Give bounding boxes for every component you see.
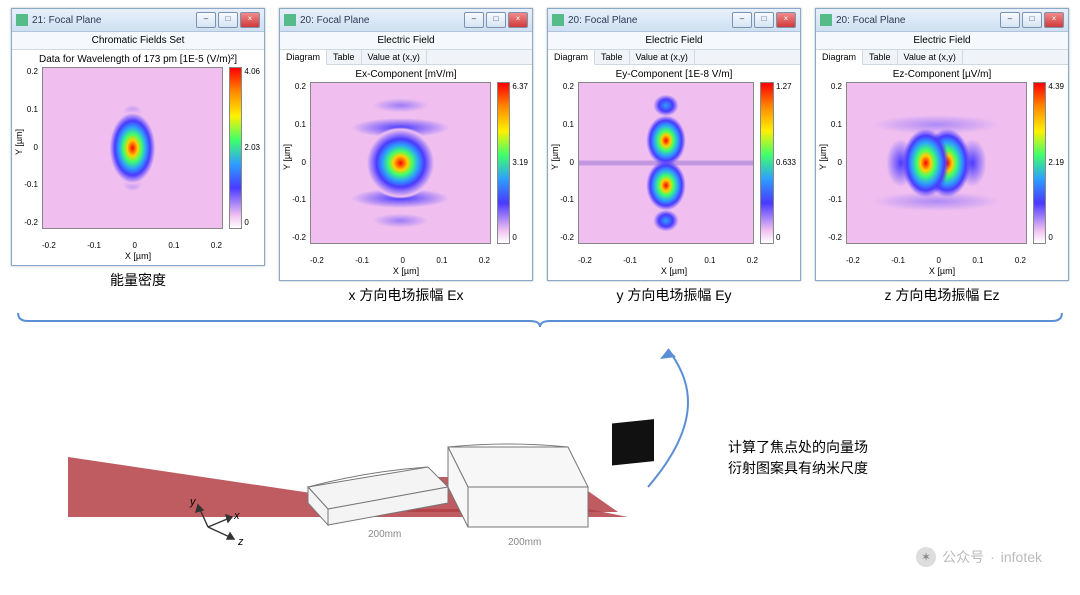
titlebar: 20: Focal Plane – □ × (548, 9, 800, 32)
heatmap-plot (310, 82, 491, 244)
plot-title: Data for Wavelength of 173 pm [1E-5 (V/m… (16, 54, 260, 65)
tab-2[interactable]: Value at (x,y) (630, 50, 695, 64)
panel-caption: y 方向电场振幅 Ey (547, 285, 801, 305)
watermark: ✶ 公众号 · infotek (916, 547, 1042, 567)
maximize-button[interactable]: □ (486, 12, 506, 28)
panel-caption: z 方向电场振幅 Ez (815, 285, 1069, 305)
question-mark: ? (628, 496, 639, 518)
y-axis-ticks: 0.20.10-0.1-0.2 (552, 82, 576, 242)
wechat-icon: ✶ (916, 547, 936, 567)
tab-0[interactable]: Diagram (548, 50, 595, 65)
heatmap-plot (846, 82, 1027, 244)
app-icon (16, 14, 28, 26)
titlebar: 20: Focal Plane – □ × (280, 9, 532, 32)
plot-title: Ex-Component [mV/m] (284, 69, 528, 80)
annotation-text: 计算了焦点处的向量场 衍射图案具有纳米尺度 (728, 437, 868, 479)
colorbar-ticks: 4.39 2.19 0 (1048, 82, 1064, 242)
tab-2[interactable]: Value at (x,y) (898, 50, 963, 64)
window-title: 21: Focal Plane (32, 15, 196, 26)
tab-1[interactable]: Table (327, 50, 362, 64)
app-icon (284, 14, 296, 26)
close-button[interactable]: × (776, 12, 796, 28)
mirror1-dim: 200mm (368, 529, 401, 540)
x-axis-ticks: -0.2-0.100.10.2 (846, 256, 1026, 265)
maximize-button[interactable]: □ (218, 12, 238, 28)
minimize-button[interactable]: – (732, 12, 752, 28)
colorbar-ticks: 6.37 3.19 0 (512, 82, 528, 242)
plot-tabs: DiagramTableValue at (x,y) (548, 50, 800, 65)
minimize-button[interactable]: – (196, 12, 216, 28)
mirror2-dim: 200mm (508, 537, 541, 548)
tab-1[interactable]: Table (595, 50, 630, 64)
x-axis-ticks: -0.2-0.100.10.2 (42, 241, 222, 250)
plot-title: Ez-Component [µV/m] (820, 69, 1064, 80)
colorbar (1033, 82, 1047, 244)
tab-0[interactable]: Diagram (816, 50, 863, 65)
panel-caption: x 方向电场振幅 Ex (279, 285, 533, 305)
x-axis-label: X [µm] (820, 266, 1064, 276)
tab-0[interactable]: Diagram (280, 50, 327, 65)
window-title: 20: Focal Plane (568, 15, 732, 26)
window-subtitle: Electric Field (548, 32, 800, 50)
optical-path-diagram: 200mm 200mm ? x y z (8, 337, 1072, 557)
x-axis-ticks: -0.2-0.100.10.2 (310, 256, 490, 265)
window-title: 20: Focal Plane (300, 15, 464, 26)
app-icon (552, 14, 564, 26)
panel-caption: 能量密度 (11, 270, 265, 290)
group-bracket (8, 311, 1072, 327)
x-axis-ticks: -0.2-0.100.10.2 (578, 256, 758, 265)
close-button[interactable]: × (1044, 12, 1064, 28)
minimize-button[interactable]: – (464, 12, 484, 28)
window-subtitle: Electric Field (280, 32, 532, 50)
plot-window-3: 20: Focal Plane – □ × Electric Field Dia… (815, 8, 1069, 281)
y-axis-ticks: 0.20.10-0.1-0.2 (284, 82, 308, 242)
y-axis-ticks: 0.20.10-0.1-0.2 (820, 82, 844, 242)
tab-1[interactable]: Table (863, 50, 898, 64)
plot-window-0: 21: Focal Plane – □ × Chromatic Fields S… (11, 8, 265, 266)
x-axis-label: X [µm] (16, 251, 260, 261)
plot-tabs: DiagramTableValue at (x,y) (280, 50, 532, 65)
plot-window-1: 20: Focal Plane – □ × Electric Field Dia… (279, 8, 533, 281)
x-axis-label: X [µm] (284, 266, 528, 276)
heatmap-plot (42, 67, 223, 229)
y-axis-ticks: 0.20.10-0.1-0.2 (16, 67, 40, 227)
app-icon (820, 14, 832, 26)
colorbar-ticks: 4.06 2.03 0 (244, 67, 260, 227)
x-axis-label: X [µm] (552, 266, 796, 276)
window-subtitle: Electric Field (816, 32, 1068, 50)
minimize-button[interactable]: – (1000, 12, 1020, 28)
close-button[interactable]: × (508, 12, 528, 28)
plot-window-2: 20: Focal Plane – □ × Electric Field Dia… (547, 8, 801, 281)
colorbar (497, 82, 511, 244)
heatmap-plot (578, 82, 754, 244)
plot-tabs: DiagramTableValue at (x,y) (816, 50, 1068, 65)
maximize-button[interactable]: □ (1022, 12, 1042, 28)
tab-2[interactable]: Value at (x,y) (362, 50, 427, 64)
titlebar: 20: Focal Plane – □ × (816, 9, 1068, 32)
close-button[interactable]: × (240, 12, 260, 28)
svg-text:x: x (233, 510, 240, 522)
colorbar (229, 67, 243, 229)
colorbar (760, 82, 774, 244)
titlebar: 21: Focal Plane – □ × (12, 9, 264, 32)
maximize-button[interactable]: □ (754, 12, 774, 28)
colorbar-ticks: 1.27 0.633 0 (776, 82, 796, 242)
window-subtitle: Chromatic Fields Set (12, 32, 264, 50)
svg-text:z: z (237, 536, 244, 548)
plot-title: Ey-Component [1E-8 V/m] (552, 69, 796, 80)
window-title: 20: Focal Plane (836, 15, 1000, 26)
